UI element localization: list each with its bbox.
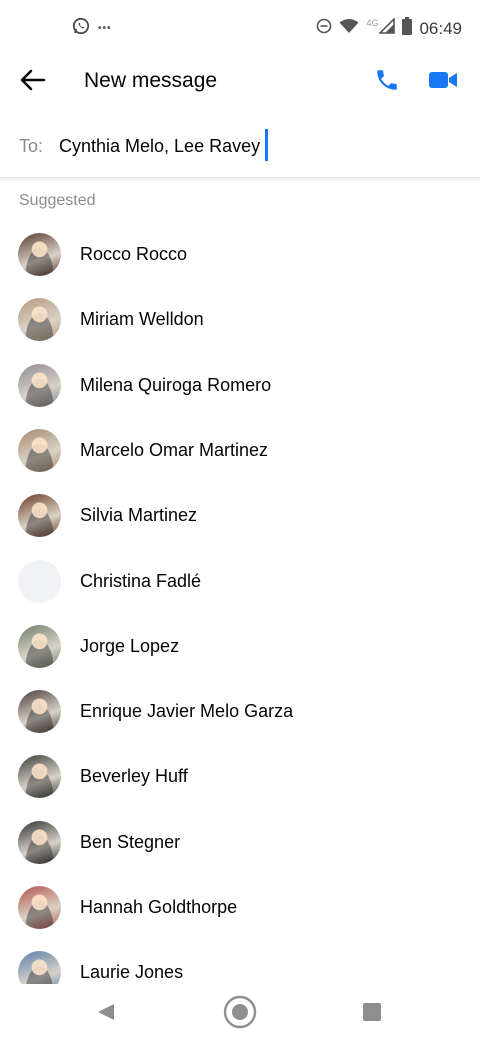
contact-name: Silvia Martinez [80,505,198,526]
contact-row[interactable]: Beverley Huff [0,744,480,809]
network-type: 4G [366,17,379,28]
navigation-bar [0,984,480,1040]
nav-back-icon[interactable] [96,1002,116,1022]
video-call-button[interactable] [426,67,460,97]
battery-icon [402,17,413,40]
phone-icon [374,67,400,98]
suggested-heading: Suggested [19,192,96,209]
recipient-field[interactable]: To: Cynthia Melo, Lee Ravey [0,120,480,178]
signal-icon [378,17,396,39]
contact-row[interactable]: Marcelo Omar Martinez [0,418,480,483]
contact-name: Laurie Jones [80,962,184,983]
avatar [18,559,61,603]
text-cursor [265,129,268,161]
whatsapp-icon [72,17,90,40]
contact-name: Enrique Javier Melo Garza [80,701,294,722]
to-label: To: [19,136,44,156]
avatar [18,298,61,342]
avatar [18,755,61,799]
contact-row[interactable]: Miriam Welldon [0,287,480,352]
contact-row[interactable]: Milena Quiroga Romero [0,353,480,418]
contact-name: Hannah Goldthorpe [80,897,238,917]
contact-row[interactable]: Ben Stegner [0,810,480,875]
contact-name: Ben Stegner [80,831,181,852]
contact-row[interactable]: Enrique Javier Melo Garza [0,679,480,744]
contact-row[interactable]: Jorge Lopez [0,614,480,679]
avatar [18,951,61,984]
contact-row[interactable]: Silvia Martinez [0,483,480,548]
avatar [18,690,61,734]
contact-name: Rocco Rocco [80,244,188,264]
dnd-icon [316,18,332,39]
contact-name: Miriam Welldon [80,309,204,330]
contact-name: Milena Quiroga Romero [80,374,272,395]
avatar [18,428,61,472]
nav-recents-icon[interactable] [363,1003,381,1021]
contact-name: Christina Fadlé [80,570,202,591]
header: New message [0,56,480,108]
contact-name: Jorge Lopez [80,635,180,656]
avatar [18,363,61,407]
more-dots-icon: ••• [98,23,112,34]
contact-row[interactable]: Laurie Jones [0,940,480,984]
wifi-icon [339,18,359,39]
contact-name: Beverley Huff [80,766,188,787]
audio-call-button[interactable] [372,67,402,97]
avatar [18,820,61,864]
contact-row[interactable]: Christina Fadlé [0,549,480,614]
status-time: 06:49 [419,18,462,38]
avatar [18,494,61,538]
page-title: New message [84,69,218,92]
status-bar: ••• 4G 06:49 [0,0,480,56]
contact-row[interactable]: Rocco Rocco [0,222,480,287]
contact-list[interactable]: Rocco Rocco Miriam Welldon Milena Quiroga … [0,222,480,984]
status-left-icons: ••• [72,17,112,40]
video-camera-icon [428,69,458,96]
avatar [18,233,61,276]
contact-name: Marcelo Omar Martinez [80,439,269,460]
nav-home-icon[interactable] [223,995,257,1029]
avatar [18,624,61,668]
avatar [18,886,61,929]
status-right-icons: 4G 06:49 [316,17,462,40]
back-button[interactable] [18,68,48,96]
back-arrow-icon [20,69,46,96]
recipient-input[interactable]: Cynthia Melo, Lee Ravey [59,136,260,157]
contact-row[interactable]: Hannah Goldthorpe [0,875,480,940]
